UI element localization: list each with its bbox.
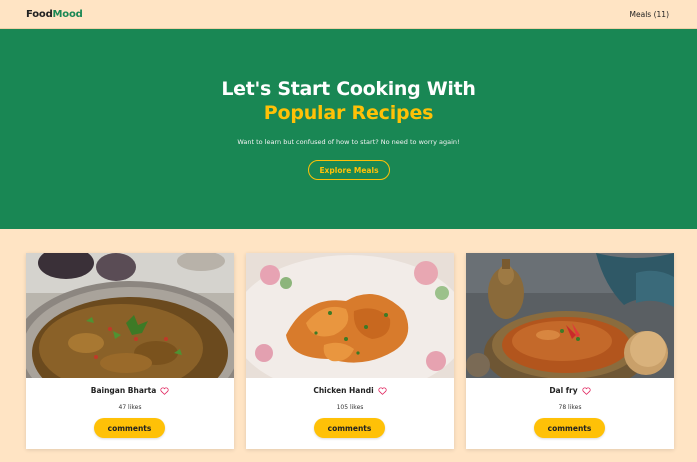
hero-subtitle: Want to learn but confused of how to sta…	[237, 138, 460, 146]
hero-banner: Let's Start Cooking With Popular Recipes…	[0, 29, 697, 229]
heart-icon[interactable]	[160, 386, 169, 395]
comments-button[interactable]: comments	[314, 418, 385, 438]
meal-likes: 47 likes	[118, 404, 142, 411]
meal-title-row: Dal fry	[466, 386, 674, 395]
meal-name: Dal fry	[549, 386, 578, 395]
meal-image-chicken-handi	[246, 253, 454, 378]
meal-likes: 105 likes	[336, 404, 364, 411]
meal-name: Chicken Handi	[313, 386, 374, 395]
meal-image-baingan-bharta	[26, 253, 234, 378]
meal-title-row: Baingan Bharta	[26, 386, 234, 395]
meals-count-link[interactable]: Meals (11)	[630, 10, 669, 19]
meal-card-baingan-bharta: Baingan Bharta 47 likes comments	[26, 253, 234, 449]
heart-icon[interactable]	[378, 386, 387, 395]
meal-card-chicken-handi: Chicken Handi 105 likes comments	[246, 253, 454, 449]
navbar: FoodMood Meals (11)	[0, 0, 697, 29]
heart-icon[interactable]	[582, 386, 591, 395]
hero-title: Let's Start Cooking With	[221, 78, 476, 100]
logo-text-mood: Mood	[52, 8, 83, 20]
logo[interactable]: FoodMood	[26, 9, 83, 20]
comments-button[interactable]: comments	[534, 418, 605, 438]
meal-title-row: Chicken Handi	[246, 386, 454, 395]
meal-likes: 78 likes	[558, 404, 582, 411]
explore-meals-button[interactable]: Explore Meals	[308, 160, 390, 180]
comments-button[interactable]: comments	[94, 418, 165, 438]
meal-image-dal-fry	[466, 253, 674, 378]
meal-name: Baingan Bharta	[90, 386, 157, 395]
logo-text-food: Food	[26, 8, 53, 20]
meal-card-dal-fry: Dal fry 78 likes comments	[466, 253, 674, 449]
hero-title-highlight: Popular Recipes	[263, 102, 434, 124]
